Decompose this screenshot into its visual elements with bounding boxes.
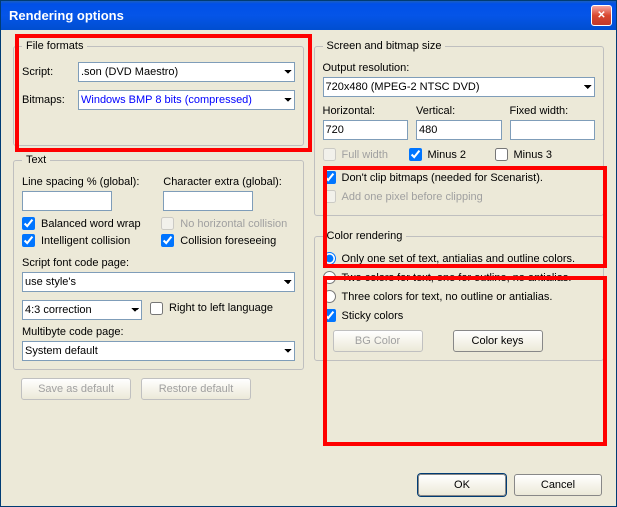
- no-horizontal-collision-checkbox: [161, 217, 174, 230]
- script-label: Script:: [22, 66, 72, 78]
- rendering-options-window: Rendering options ✕ File formats Script:…: [0, 0, 617, 507]
- screen-legend: Screen and bitmap size: [323, 40, 446, 52]
- line-spacing-input[interactable]: [22, 191, 112, 211]
- script-font-label: Script font code page:: [22, 257, 295, 269]
- color-keys-button[interactable]: Color keys: [453, 330, 543, 352]
- full-width-label: Full width: [342, 149, 388, 161]
- save-as-default-button[interactable]: Save as default: [21, 378, 131, 400]
- color-opt2-radio[interactable]: [323, 271, 336, 284]
- multibyte-label: Multibyte code page:: [22, 326, 295, 338]
- text-legend: Text: [22, 154, 50, 166]
- fixed-width-label: Fixed width:: [510, 105, 596, 117]
- output-res-label: Output resolution:: [323, 62, 596, 74]
- correction-select[interactable]: 4:3 correction: [22, 300, 142, 320]
- multibyte-select[interactable]: System default: [22, 341, 295, 361]
- titlebar: Rendering options ✕: [1, 1, 616, 30]
- horizontal-label: Horizontal:: [323, 105, 409, 117]
- line-spacing-label: Line spacing % (global):: [22, 176, 153, 188]
- script-font-select[interactable]: use style's: [22, 272, 295, 292]
- intelligent-collision-label: Intelligent collision: [41, 235, 130, 247]
- bg-color-button[interactable]: BG Color: [333, 330, 423, 352]
- minus3-checkbox[interactable]: [495, 148, 508, 161]
- script-select[interactable]: .son (DVD Maestro): [78, 62, 295, 82]
- color-rendering-group: Color rendering Only one set of text, an…: [314, 230, 605, 361]
- color-opt2-label: Two colors for text, one for outline, no…: [342, 272, 572, 284]
- horizontal-input[interactable]: [323, 120, 409, 140]
- close-icon: ✕: [597, 10, 605, 21]
- vertical-input[interactable]: [416, 120, 502, 140]
- add-pixel-label: Add one pixel before clipping: [342, 191, 483, 203]
- fixed-width-input[interactable]: [510, 120, 596, 140]
- color-opt1-label: Only one set of text, antialias and outl…: [342, 253, 576, 265]
- ok-button[interactable]: OK: [418, 474, 506, 496]
- bitmaps-label: Bitmaps:: [22, 94, 72, 106]
- color-legend: Color rendering: [323, 230, 407, 242]
- color-opt1-radio[interactable]: [323, 252, 336, 265]
- restore-default-button[interactable]: Restore default: [141, 378, 251, 400]
- balanced-word-wrap-label: Balanced word wrap: [41, 218, 141, 230]
- dont-clip-checkbox[interactable]: [323, 171, 336, 184]
- color-opt3-label: Three colors for text, no outline or ant…: [342, 291, 553, 303]
- char-extra-input[interactable]: [163, 191, 253, 211]
- color-opt3-radio[interactable]: [323, 290, 336, 303]
- minus3-label: Minus 3: [514, 149, 553, 161]
- screen-bitmap-group: Screen and bitmap size Output resolution…: [314, 40, 605, 216]
- right-to-left-checkbox[interactable]: [150, 302, 163, 315]
- close-button[interactable]: ✕: [591, 5, 612, 26]
- cancel-button[interactable]: Cancel: [514, 474, 602, 496]
- bitmaps-select[interactable]: Windows BMP 8 bits (compressed): [78, 90, 295, 110]
- add-pixel-checkbox: [323, 190, 336, 203]
- collision-foreseeing-label: Collision foreseeing: [180, 235, 276, 247]
- file-formats-legend: File formats: [22, 40, 87, 52]
- balanced-word-wrap-checkbox[interactable]: [22, 217, 35, 230]
- no-horizontal-collision-label: No horizontal collision: [180, 218, 287, 230]
- text-group: Text Line spacing % (global): Character …: [13, 154, 304, 370]
- output-res-select[interactable]: 720x480 (MPEG-2 NTSC DVD): [323, 77, 596, 97]
- char-extra-label: Character extra (global):: [163, 176, 294, 188]
- minus2-checkbox[interactable]: [409, 148, 422, 161]
- file-formats-group: File formats Script: .son (DVD Maestro) …: [13, 40, 304, 146]
- content-area: File formats Script: .son (DVD Maestro) …: [1, 30, 616, 506]
- vertical-label: Vertical:: [416, 105, 502, 117]
- full-width-checkbox: [323, 148, 336, 161]
- collision-foreseeing-checkbox[interactable]: [161, 234, 174, 247]
- window-title: Rendering options: [9, 8, 591, 23]
- intelligent-collision-checkbox[interactable]: [22, 234, 35, 247]
- right-to-left-label: Right to left language: [169, 302, 273, 314]
- minus2-label: Minus 2: [428, 149, 467, 161]
- dont-clip-label: Don't clip bitmaps (needed for Scenarist…: [342, 172, 543, 184]
- sticky-colors-label: Sticky colors: [342, 310, 404, 322]
- sticky-colors-checkbox[interactable]: [323, 309, 336, 322]
